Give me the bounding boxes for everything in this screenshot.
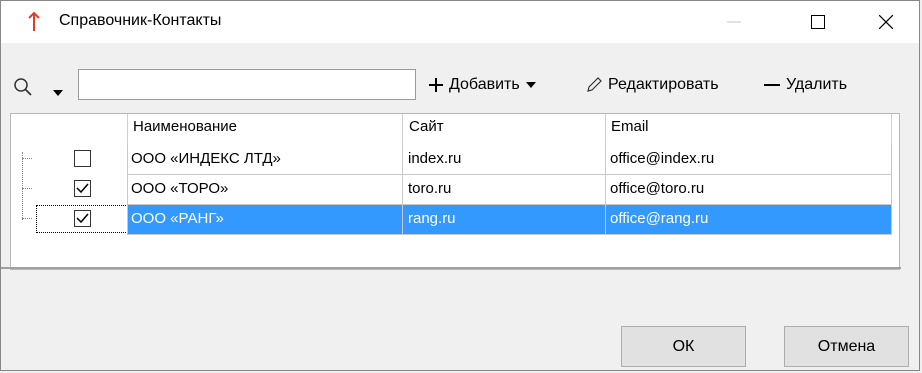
column-header-name[interactable]: Наименование (133, 118, 237, 135)
search-input[interactable] (78, 69, 416, 100)
row-email: office@rang.ru (610, 210, 709, 227)
column-separator[interactable] (605, 114, 606, 144)
row-checkbox[interactable] (74, 150, 91, 167)
divider (1, 267, 901, 269)
search-icon[interactable] (13, 77, 33, 101)
minimize-icon (727, 21, 741, 23)
contacts-grid: Наименование Сайт Email ООО «ИНДЕКС ЛТД»… (10, 113, 900, 270)
pencil-icon (587, 77, 602, 92)
delete-button-label: Удалить (786, 76, 848, 93)
row-name: ООО «ТОРО» (131, 180, 229, 197)
close-icon (879, 15, 893, 29)
title-bar: Справочник-Контакты (1, 1, 919, 43)
chevron-down-icon[interactable] (525, 82, 536, 88)
cancel-button[interactable]: Отмена (784, 326, 909, 367)
checkmark-icon (76, 183, 89, 194)
grid-line (127, 144, 128, 234)
grid-line (402, 144, 403, 234)
grid-line (127, 234, 892, 235)
dialog-window: Справочник-Контакты Добавить Редактирова… (0, 0, 920, 371)
minus-icon (764, 84, 780, 86)
app-logo-icon (26, 11, 42, 33)
selection-highlight (128, 204, 892, 234)
window-title: Справочник-Контакты (59, 12, 222, 29)
edit-button[interactable]: Редактировать (586, 73, 719, 97)
column-header-email[interactable]: Email (611, 118, 649, 135)
grid-line (605, 144, 606, 234)
grid-header: Наименование Сайт Email (11, 114, 899, 144)
row-email: office@toro.ru (610, 180, 705, 197)
table-row-selected[interactable]: ООО «РАНГ» rang.ru office@rang.ru (11, 204, 899, 234)
column-separator[interactable] (891, 114, 892, 144)
minimize-button[interactable] (711, 1, 757, 43)
column-header-site[interactable]: Сайт (409, 118, 444, 135)
row-name: ООО «РАНГ» (131, 210, 224, 227)
column-separator[interactable] (127, 114, 128, 144)
search-options-dropdown-icon[interactable] (53, 83, 63, 100)
row-checkbox-checked[interactable] (74, 180, 91, 197)
table-row[interactable]: ООО «ИНДЕКС ЛТД» index.ru office@index.r… (11, 144, 899, 174)
row-checkbox-checked[interactable] (74, 210, 91, 227)
checkmark-icon (76, 213, 89, 224)
add-button[interactable]: Добавить (429, 73, 536, 97)
toolbar: Добавить Редактировать Удалить (1, 65, 919, 105)
ok-button[interactable]: ОК (621, 326, 746, 367)
close-button[interactable] (863, 1, 909, 43)
grid-line (127, 204, 892, 205)
delete-button[interactable]: Удалить (764, 73, 847, 97)
table-row[interactable]: ООО «ТОРО» toro.ru office@toro.ru (11, 174, 899, 204)
maximize-icon (811, 15, 825, 29)
row-name: ООО «ИНДЕКС ЛТД» (131, 150, 281, 167)
row-site: rang.ru (408, 210, 456, 227)
add-button-label: Добавить (449, 76, 520, 93)
column-separator[interactable] (402, 114, 403, 144)
row-email: office@index.ru (610, 150, 715, 167)
plus-icon (429, 78, 443, 92)
edit-button-label: Редактировать (608, 76, 719, 93)
row-site: toro.ru (408, 180, 452, 197)
maximize-button[interactable] (795, 1, 841, 43)
row-site: index.ru (408, 150, 462, 167)
grid-line (127, 174, 892, 175)
grid-line (891, 144, 892, 234)
